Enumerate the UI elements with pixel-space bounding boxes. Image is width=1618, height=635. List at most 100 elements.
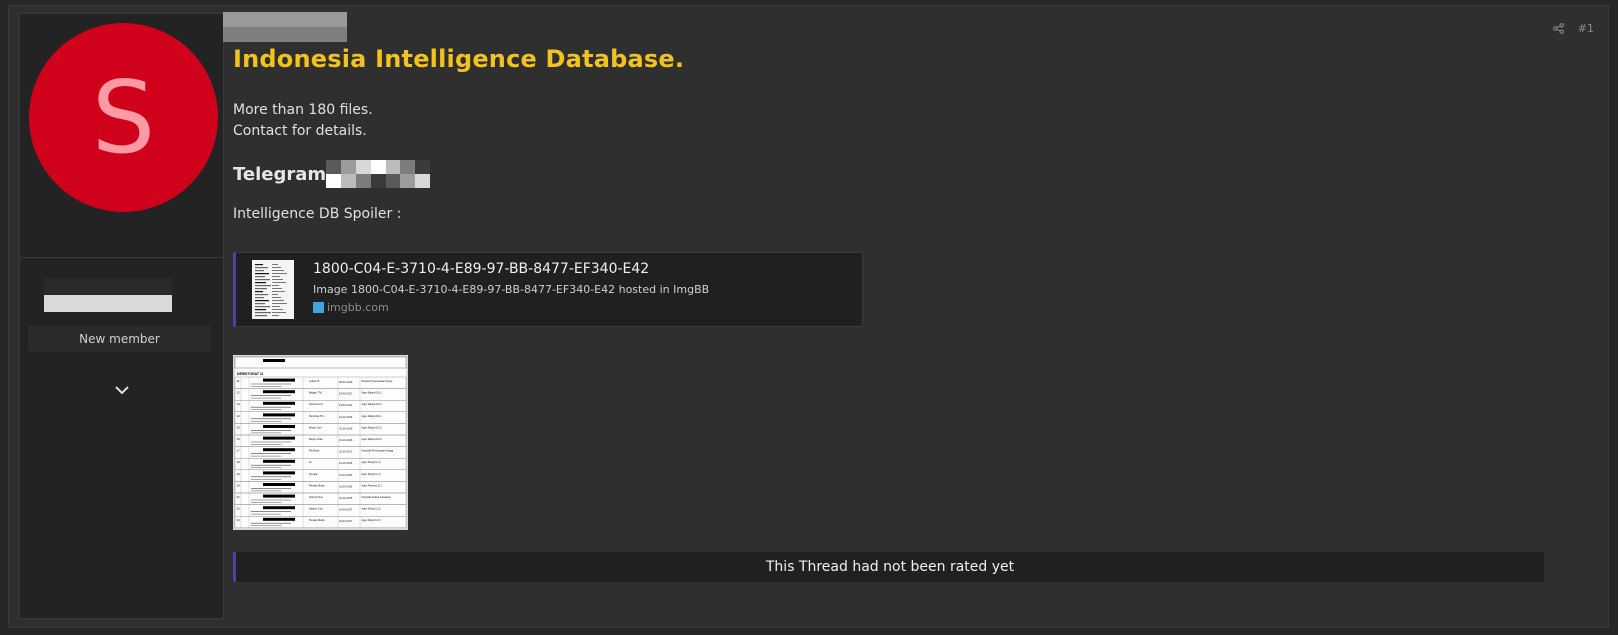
thumbnail-line bbox=[272, 282, 286, 283]
document-cell: 18-09-2017 bbox=[339, 392, 353, 396]
document-cell: Agen Madya Dit 11 bbox=[362, 426, 383, 429]
username-pixelated[interactable] bbox=[44, 278, 172, 312]
document-cell: 28-02-2019 bbox=[339, 380, 353, 384]
document-cell: 01-10-2017 bbox=[339, 450, 353, 454]
thumbnail-line bbox=[255, 312, 271, 314]
document-cell: 20 bbox=[237, 483, 241, 487]
pixel-block bbox=[269, 12, 285, 27]
document-table-image: DIREKTORAT 11 11 Letkol Tit 28-02-2019 Direk… bbox=[233, 355, 408, 530]
document-cell: Kolonel Arm bbox=[309, 402, 323, 406]
thumbnail-line bbox=[255, 291, 263, 293]
document-cell: Mayor Infan bbox=[309, 437, 323, 441]
document-cell: Agen Muda (11 1) bbox=[362, 473, 381, 476]
document-cell: 01-10-2016 bbox=[339, 496, 353, 500]
imgbb-favicon-icon bbox=[313, 302, 324, 313]
document-cell: 14 bbox=[237, 414, 241, 418]
telegram-handle-pixelated[interactable] bbox=[326, 160, 431, 188]
thumbnail-line bbox=[272, 279, 283, 280]
document-cell: 01-04-2017 bbox=[339, 508, 353, 512]
user-sidebar: S New member bbox=[19, 13, 224, 619]
document-cell: 15 bbox=[237, 425, 241, 429]
document-cell: 17 bbox=[237, 449, 241, 453]
thumbnail-line bbox=[272, 291, 285, 292]
document-cell: Pembina TK.I bbox=[309, 414, 325, 418]
attached-document-image[interactable]: DIREKTORAT 11 11 Letkol Tit 28-02-2019 Direk… bbox=[233, 355, 408, 530]
thumbnail-line bbox=[272, 309, 283, 310]
document-cell: 12 bbox=[237, 391, 241, 395]
pixel-block bbox=[331, 12, 347, 27]
document-cell: Agen Pertama 11 1 bbox=[362, 484, 383, 487]
document-cell: 15-03-2012 bbox=[339, 403, 353, 407]
thumbnail-line bbox=[272, 315, 279, 316]
pixel-block bbox=[238, 12, 254, 27]
pixel-block bbox=[300, 27, 316, 42]
pixel-block bbox=[76, 278, 92, 295]
link-embed-card[interactable]: 1800-C04-E-3710-4-E89-97-BB-8477-EF340-E… bbox=[233, 252, 863, 327]
pixel-block bbox=[124, 295, 140, 312]
share-icon[interactable] bbox=[1552, 23, 1564, 34]
pixel-block bbox=[76, 295, 92, 312]
post-number-link[interactable]: #1 bbox=[1578, 22, 1594, 35]
thumbnail-line bbox=[272, 270, 284, 271]
pixel-block bbox=[340, 174, 356, 188]
redaction-bar bbox=[263, 494, 295, 498]
document-cell: Penata bbox=[309, 472, 318, 476]
thumbnail-line bbox=[272, 312, 286, 313]
document-cell: 19 bbox=[237, 472, 241, 476]
document-cell: Brigjen TNI bbox=[309, 391, 322, 395]
thumbnail-line bbox=[272, 306, 280, 307]
document-cell: 01-10-2016 bbox=[339, 415, 353, 419]
embed-thumbnail[interactable] bbox=[252, 260, 294, 319]
pixel-block bbox=[92, 278, 108, 295]
pixel-block bbox=[124, 278, 140, 295]
thumbnail-line bbox=[255, 309, 266, 311]
thumbnail-line bbox=[255, 297, 264, 299]
embed-title[interactable]: 1800-C04-E-3710-4-E89-97-BB-8477-EF340-E… bbox=[313, 261, 649, 277]
pixel-block bbox=[223, 12, 239, 27]
avatar[interactable]: S bbox=[29, 23, 218, 212]
thumbnail-line bbox=[255, 267, 268, 269]
pixel-block bbox=[415, 160, 431, 174]
document-cell: Ini bbox=[309, 460, 312, 464]
redaction-bar bbox=[263, 483, 295, 486]
description-line: Contact for details. bbox=[233, 123, 367, 139]
pixel-block bbox=[140, 295, 156, 312]
document-cell: 13 bbox=[237, 402, 241, 406]
thumbnail-line bbox=[272, 303, 287, 304]
document-cell: 01-10-2016 bbox=[339, 438, 353, 442]
user-role-badge: New member bbox=[28, 326, 211, 352]
pixel-block bbox=[415, 174, 431, 188]
thread-rating-notice: This Thread had not been rated yet bbox=[233, 552, 1544, 582]
thumbnail-line bbox=[255, 288, 267, 290]
document-cell: Penata Muda bbox=[309, 483, 325, 487]
thumbnail-line bbox=[272, 297, 281, 298]
document-cell: Agen Muda (11 2) bbox=[362, 519, 381, 522]
pixel-block bbox=[385, 160, 401, 174]
divider bbox=[20, 257, 223, 258]
document-cell: 01-10-2016 bbox=[339, 461, 353, 465]
thumbnail-line bbox=[272, 264, 278, 265]
pixel-block bbox=[254, 27, 270, 42]
thumbnail-line bbox=[272, 294, 278, 295]
thumbnail-line bbox=[255, 306, 270, 308]
document-cell: Kolonel Sus bbox=[309, 495, 324, 499]
thumbnail-line bbox=[255, 285, 271, 287]
embed-site: imgbb.com bbox=[313, 301, 389, 314]
avatar-letter: S bbox=[91, 58, 156, 176]
document-cell: Agen Madya Dit 11 bbox=[362, 392, 383, 395]
pixel-block bbox=[331, 27, 347, 42]
thumbnail-line bbox=[255, 303, 265, 305]
document-cell: Agen Madya Dit 11 bbox=[362, 438, 383, 441]
pixel-block bbox=[285, 12, 301, 27]
expand-user-info-button[interactable] bbox=[106, 374, 138, 406]
pixel-block bbox=[355, 174, 371, 188]
pixel-block bbox=[156, 278, 172, 295]
pixel-block bbox=[285, 27, 301, 42]
document-cell: 11 bbox=[237, 379, 240, 383]
pixel-block bbox=[400, 160, 416, 174]
redaction-bar bbox=[263, 413, 295, 417]
document-cell: Agen Muda (11 1) bbox=[362, 461, 381, 464]
thumbnail-line bbox=[272, 300, 284, 301]
embed-site-name: imgbb.com bbox=[327, 301, 389, 314]
pixel-block bbox=[92, 295, 108, 312]
